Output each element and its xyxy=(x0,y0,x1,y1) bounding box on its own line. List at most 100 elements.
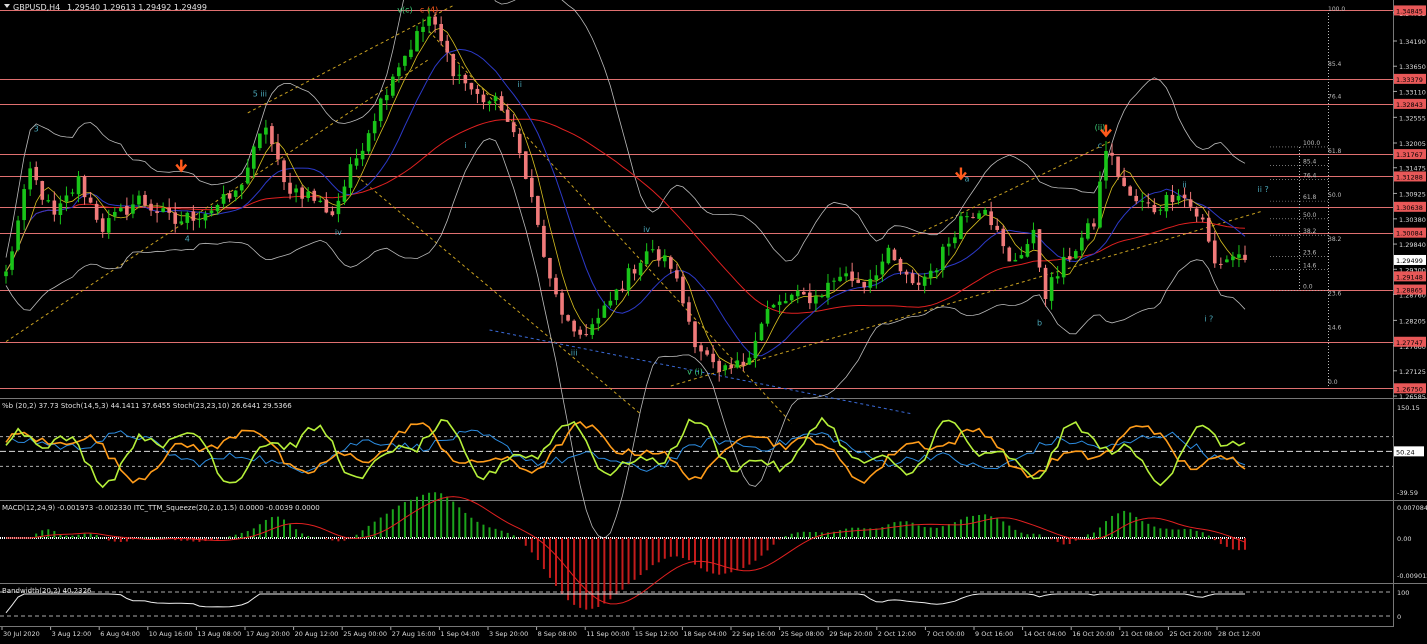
candle-body xyxy=(523,151,528,179)
candle-body xyxy=(1219,263,1223,265)
candle-body xyxy=(384,95,389,101)
candle-body xyxy=(131,204,135,214)
time-tick-label: 20 Aug 12:00 xyxy=(295,630,339,638)
level-price-tag-label: 1.27747 xyxy=(1396,339,1423,347)
candle-body xyxy=(759,323,764,341)
candle-body xyxy=(959,216,963,239)
candle-body xyxy=(1140,200,1145,202)
chart-svg[interactable]: 100.0 85.4 76.4 61.8 50.0 38.2 23.6 14.6 0.0 100.… xyxy=(0,0,1427,640)
price-tick-label: 1.27125 xyxy=(1399,368,1426,376)
wave-label: ii xyxy=(518,80,522,89)
level-price-tag-label: 1.31288 xyxy=(1396,173,1423,181)
bandwidth-indicator-label: Bandwidth(20,2) 40.2326 xyxy=(2,587,92,595)
stoch-indicator-label: %b (20,2) 37.73 Stoch(14,5,3) 44.1411 37… xyxy=(2,402,292,410)
current-price-tag-label: 1.29499 xyxy=(1396,257,1423,265)
candle-body xyxy=(953,237,957,244)
candle-body xyxy=(1237,254,1241,258)
wave-label: v (i) xyxy=(687,367,703,376)
candle-body xyxy=(487,101,492,104)
candle-body xyxy=(741,361,746,366)
candle-body xyxy=(632,269,637,274)
candle-body xyxy=(1128,186,1132,196)
candle-body xyxy=(844,273,848,277)
candle-body xyxy=(989,211,993,226)
candle-body xyxy=(1007,247,1012,262)
fib-level-label: 0.0 xyxy=(1303,283,1313,290)
candle-body xyxy=(1092,223,1096,227)
candle-body xyxy=(850,271,854,281)
fib-level-label: 61.8 xyxy=(1303,194,1317,201)
candle-body xyxy=(922,276,927,286)
macd-indicator-label: MACD(12,24,9) -0.001973 -0.002330 ITC_TT… xyxy=(2,504,320,512)
price-tick-label: 1.33650 xyxy=(1399,63,1426,71)
candle-body xyxy=(137,195,141,205)
candle-body xyxy=(560,292,564,315)
candle-body xyxy=(548,257,552,279)
fib-level-label: 0.0 xyxy=(1328,379,1338,386)
wave-label: 3 xyxy=(34,125,39,134)
candle-body xyxy=(34,166,39,181)
candle-body xyxy=(934,270,939,273)
wave-label: 4 xyxy=(185,234,190,243)
candle-body xyxy=(681,276,685,304)
time-tick-label: 17 Aug 20:00 xyxy=(246,630,290,638)
candle-body xyxy=(372,121,377,134)
candle-body xyxy=(995,225,1000,230)
candle-body xyxy=(711,353,715,363)
stoch-axis-label: -39.59 xyxy=(1397,489,1418,497)
candle-body xyxy=(16,220,20,250)
candle-body xyxy=(94,203,99,220)
time-tick-label: 25 Sep 08:00 xyxy=(781,630,824,638)
candle-body xyxy=(602,305,607,318)
fib-level-label: 85.4 xyxy=(1328,61,1342,68)
candle-body xyxy=(1110,152,1114,156)
candle-body xyxy=(409,49,413,58)
candle-body xyxy=(264,127,268,135)
candle-body xyxy=(481,94,486,103)
candle-body xyxy=(76,175,81,195)
candle-body xyxy=(167,207,171,213)
candle-body xyxy=(1158,209,1163,211)
time-tick-label: 8 Sep 08:00 xyxy=(538,630,577,638)
candle-body xyxy=(1212,240,1217,264)
fib-level-label: 38.2 xyxy=(1303,228,1317,235)
fib-level-label: 23.6 xyxy=(1303,250,1317,257)
candle-body xyxy=(1043,267,1048,300)
candle-body xyxy=(1164,194,1169,212)
candle-body xyxy=(820,295,824,297)
candle-body xyxy=(765,308,770,324)
wave-label: i xyxy=(464,141,466,150)
candle-body xyxy=(880,261,885,275)
candle-body xyxy=(354,158,359,166)
candle-body xyxy=(342,186,347,202)
candle-body xyxy=(1152,205,1157,213)
time-tick-label: 21 Oct 08:00 xyxy=(1121,630,1163,638)
candle-body xyxy=(1122,177,1126,187)
candle-body xyxy=(40,181,45,200)
candle-body xyxy=(312,190,317,201)
symbol-label: GBPUSD,H4 xyxy=(13,3,60,12)
candle-body xyxy=(10,251,14,270)
candle-body xyxy=(783,300,788,304)
candle-body xyxy=(572,320,576,332)
candle-body xyxy=(717,360,721,372)
candle-body xyxy=(28,168,32,190)
candle-body xyxy=(203,213,208,221)
candle-body xyxy=(620,288,625,290)
candle-body xyxy=(542,225,546,257)
wave-label: iv xyxy=(643,225,650,234)
stoch-axis-label: 150.15 xyxy=(1397,404,1420,412)
candle-body xyxy=(1225,259,1229,263)
candle-body xyxy=(197,218,202,220)
price-tick-label: 1.32005 xyxy=(1399,140,1426,148)
candle-body xyxy=(1098,181,1102,228)
candle-body xyxy=(270,126,274,145)
candle-body xyxy=(4,271,8,277)
time-tick-label: 29 Sep 20:00 xyxy=(829,630,872,638)
price-tick-label: 1.28205 xyxy=(1399,317,1426,325)
candle-body xyxy=(499,96,504,111)
bandwidth-axis-label: 0 xyxy=(1397,613,1401,621)
candle-body xyxy=(439,24,443,42)
candle-body xyxy=(1146,202,1151,204)
wave-label: ii ? xyxy=(1258,185,1269,194)
